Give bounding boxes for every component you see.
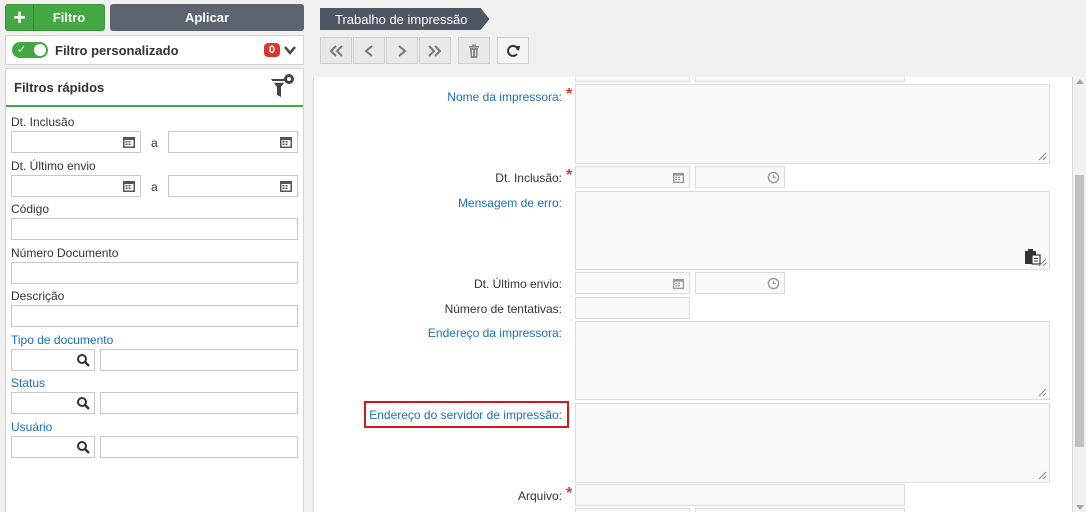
endereco-impressora-label[interactable]: Endereço da impressora: (428, 326, 562, 340)
dt-inclusao-to-input[interactable] (168, 131, 298, 153)
scroll-up-icon[interactable] (1076, 79, 1084, 84)
prev-icon (364, 44, 373, 57)
arquivo-label: Arquivo: (517, 489, 562, 503)
numero-documento-input[interactable] (11, 262, 298, 284)
dt-inclusao-label: Dt. Inclusão (11, 115, 75, 129)
resize-grip-icon[interactable] (1038, 152, 1047, 161)
custom-filter-label: Filtro personalizado (55, 42, 179, 58)
numero-tentativas-input[interactable] (575, 297, 690, 319)
custom-filter-toggle[interactable]: ✓ (12, 42, 48, 58)
dt-ultimo-envio-time-input[interactable] (695, 272, 785, 294)
endereco-impressora-textarea[interactable] (575, 321, 1050, 400)
tipo-documento-code-input[interactable] (11, 349, 95, 371)
nome-impressora-textarea[interactable] (575, 84, 1050, 164)
descricao-label: Descrição (11, 289, 65, 303)
last-icon (428, 44, 442, 57)
resize-grip-icon[interactable] (1038, 258, 1047, 267)
mensagem-erro-textarea[interactable] (575, 191, 1050, 270)
check-icon: ✓ (17, 44, 27, 56)
apply-button[interactable]: Aplicar (110, 4, 304, 31)
clock-icon[interactable] (767, 171, 780, 184)
dt-ultimo-envio-form-label: Dt. Último envio: (473, 277, 562, 291)
dt-ultimo-envio-from-input[interactable] (11, 175, 141, 197)
partial-field-top-1[interactable] (575, 77, 690, 82)
status-label[interactable]: Status (11, 376, 45, 390)
scroll-thumb[interactable] (1075, 175, 1084, 447)
dt-ultimo-envio-label: Dt. Último envio (11, 159, 96, 173)
descricao-input[interactable] (11, 305, 298, 327)
scroll-down-icon[interactable] (1076, 505, 1084, 510)
nome-impressora-label[interactable]: Nome da impressora: (447, 90, 562, 104)
tipo-documento-desc-input[interactable] (100, 349, 298, 371)
resize-grip-icon[interactable] (1038, 388, 1047, 397)
dt-ultimo-envio-to-input[interactable] (168, 175, 298, 197)
calendar-icon[interactable] (279, 135, 293, 149)
required-marker: * (566, 485, 573, 502)
dt-ultimo-envio-date-input[interactable] (575, 272, 690, 294)
numero-tentativas-label: Número de tentativas: (444, 302, 562, 316)
highlight-box (364, 401, 569, 428)
filter-button-label: Filtro (52, 10, 86, 25)
arquivo-input[interactable] (575, 484, 905, 506)
filter-button[interactable]: + Filtro (5, 4, 105, 31)
tipo-documento-label[interactable]: Tipo de documento (11, 333, 113, 347)
search-icon[interactable] (76, 396, 90, 410)
calendar-icon[interactable] (122, 179, 136, 193)
vertical-scrollbar[interactable] (1073, 77, 1086, 512)
breadcrumb: Trabalho de impressão (320, 8, 489, 30)
calendar-icon[interactable] (122, 135, 136, 149)
quick-filters-header: Filtros rápidos (6, 69, 303, 107)
partial-field-bottom-2[interactable] (695, 508, 905, 512)
dt-inclusao-from-input[interactable] (11, 131, 141, 153)
required-marker: * (566, 167, 573, 184)
usuario-label[interactable]: Usuário (11, 420, 52, 434)
range-separator: a (151, 180, 158, 194)
chevron-down-icon[interactable] (283, 43, 297, 57)
search-icon[interactable] (76, 440, 90, 454)
first-icon (329, 44, 343, 57)
form-area: Nome da impressora: * Dt. Inclusão: * Me… (313, 77, 1073, 512)
funnel-settings-icon[interactable] (269, 73, 295, 101)
search-icon[interactable] (76, 353, 90, 367)
refresh-button[interactable] (497, 37, 529, 64)
dt-inclusao-form-label: Dt. Inclusão: (495, 171, 562, 185)
trash-icon (469, 44, 479, 58)
toggle-knob (34, 44, 46, 56)
numero-documento-label: Número Documento (11, 246, 119, 260)
last-record-button[interactable] (419, 37, 451, 64)
status-desc-input[interactable] (100, 392, 298, 414)
calendar-icon[interactable] (279, 179, 293, 193)
required-marker: * (566, 86, 573, 103)
status-code-input[interactable] (11, 392, 95, 414)
plus-icon: + (6, 5, 34, 30)
first-record-button[interactable] (320, 37, 352, 64)
calendar-icon[interactable] (672, 171, 685, 184)
usuario-code-input[interactable] (11, 436, 95, 458)
dt-inclusao-date-input[interactable] (575, 166, 690, 188)
partial-field-top-2[interactable] (695, 77, 905, 82)
refresh-icon (507, 44, 520, 57)
calendar-icon[interactable] (672, 277, 685, 290)
clock-icon[interactable] (767, 277, 780, 290)
codigo-input[interactable] (11, 218, 298, 240)
next-record-button[interactable] (386, 37, 418, 64)
delete-button[interactable] (458, 37, 490, 64)
custom-filter-bar: ✓ Filtro personalizado 0 (5, 35, 304, 65)
partial-field-bottom-1[interactable] (575, 508, 690, 512)
previous-record-button[interactable] (353, 37, 385, 64)
range-separator: a (151, 136, 158, 150)
quick-filters-title: Filtros rápidos (14, 79, 105, 95)
resize-grip-icon[interactable] (1038, 471, 1047, 480)
dt-inclusao-time-input[interactable] (695, 166, 785, 188)
filter-count-badge: 0 (263, 43, 280, 57)
codigo-label: Código (11, 202, 50, 216)
next-icon (398, 44, 407, 57)
usuario-desc-input[interactable] (100, 436, 298, 458)
mensagem-erro-label[interactable]: Mensagem de erro: (458, 196, 562, 210)
endereco-servidor-textarea[interactable] (575, 403, 1050, 483)
